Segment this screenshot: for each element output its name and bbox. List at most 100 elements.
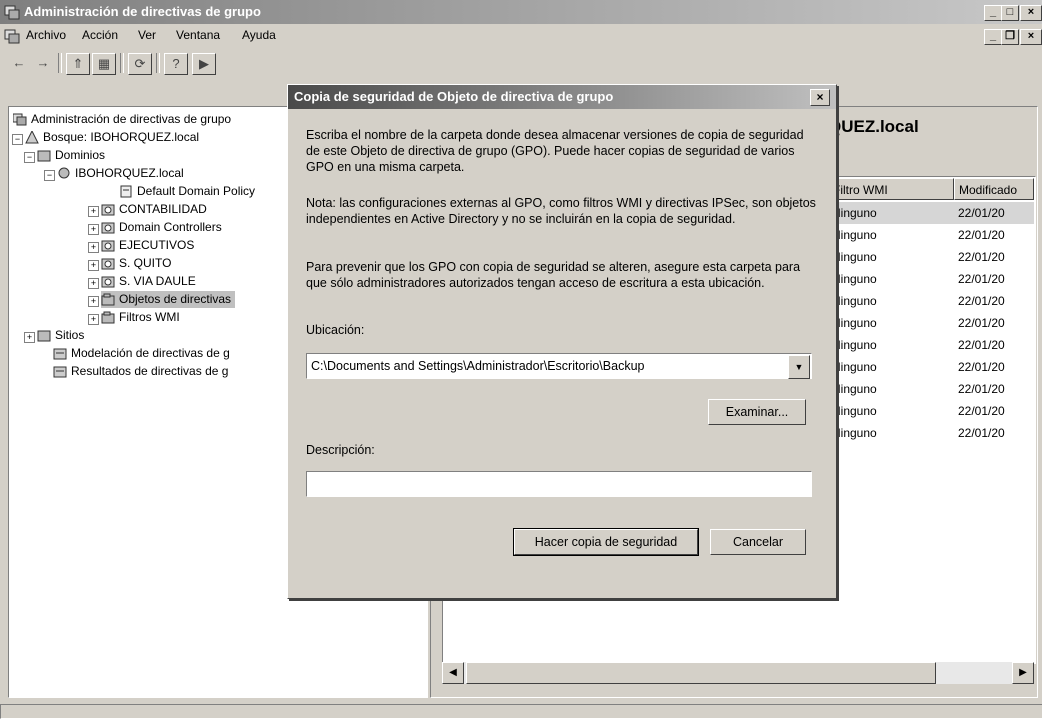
tree-modeling-label: Modelación de directivas de g [71, 346, 230, 360]
table-cell-modified[interactable]: 22/01/20 [958, 246, 1005, 268]
expand-ou-icon[interactable]: + [88, 206, 99, 217]
help-icon[interactable]: ? [164, 53, 188, 75]
back-arrow-icon[interactable]: ← [8, 53, 30, 73]
expand-ou-icon[interactable]: + [88, 260, 99, 271]
backup-gpo-dialog: Copia de seguridad de Objeto de directiv… [287, 84, 837, 599]
ou-icon [101, 239, 115, 252]
table-cell-wmi[interactable]: Ninguno [832, 400, 877, 422]
browse-button[interactable]: Examinar... [708, 399, 806, 425]
expand-gpo-objects-icon[interactable]: + [88, 296, 99, 307]
table-cell-wmi[interactable]: Ninguno [832, 224, 877, 246]
tree-ou-label: S. QUITO [119, 256, 172, 270]
tree-default-policy[interactable]: Default Domain Policy [119, 183, 255, 200]
child-restore-button[interactable]: ❐ [1001, 29, 1019, 45]
location-value: C:\Documents and Settings\Administrador\… [311, 359, 645, 373]
domain-icon [57, 167, 71, 180]
up-folder-icon[interactable]: ⇑ [66, 53, 90, 75]
window-titlebar: Administración de directivas de grupo _ … [0, 0, 1042, 24]
tree-gpo-objects[interactable]: Objetos de directivas [101, 291, 236, 308]
table-cell-wmi[interactable]: Ninguno [832, 246, 877, 268]
table-cell-wmi[interactable]: Ninguno [832, 290, 877, 312]
tree-ou-ejecutivos[interactable]: EJECUTIVOS [101, 237, 194, 254]
collapse-forest-icon[interactable]: − [12, 134, 23, 145]
forest-icon [25, 130, 39, 144]
collapse-domain-icon[interactable]: − [44, 170, 55, 181]
tree-modeling[interactable]: Modelación de directivas de g [53, 345, 230, 362]
table-cell-modified[interactable]: 22/01/20 [958, 224, 1005, 246]
menu-ventana[interactable]: Ventana [176, 28, 220, 42]
tree-root[interactable]: Administración de directivas de grupo [12, 111, 231, 128]
expand-ou-icon[interactable]: + [88, 224, 99, 235]
wmi-filter-icon [101, 311, 115, 324]
collapse-domains-icon[interactable]: − [24, 152, 35, 163]
scroll-left-icon[interactable]: ◀ [442, 662, 464, 684]
tree-forest[interactable]: Bosque: IBOHORQUEZ.local [25, 129, 199, 146]
show-tree-icon[interactable]: ▦ [92, 53, 116, 75]
menu-bar: Archivo Acción Ver Ventana Ayuda _ ❐ × [0, 24, 1042, 48]
close-button[interactable]: × [1020, 5, 1042, 21]
table-cell-modified[interactable]: 22/01/20 [958, 334, 1005, 356]
table-cell-wmi[interactable]: Ninguno [832, 268, 877, 290]
location-combobox[interactable]: C:\Documents and Settings\Administrador\… [306, 353, 812, 379]
column-header-modified[interactable]: Modificado [954, 178, 1034, 200]
table-cell-modified[interactable]: 22/01/20 [958, 268, 1005, 290]
tree-ou-contabilidad[interactable]: CONTABILIDAD [101, 201, 207, 218]
tree-domains[interactable]: Dominios [37, 147, 105, 164]
gpmc-icon [12, 113, 27, 126]
tree-ou-domain-controllers[interactable]: Domain Controllers [101, 219, 222, 236]
table-cell-wmi[interactable]: Ninguno [832, 356, 877, 378]
table-cell-modified[interactable]: 22/01/20 [958, 400, 1005, 422]
tree-domains-label: Dominios [55, 148, 106, 162]
menu-archivo[interactable]: Archivo [26, 28, 66, 42]
child-close-button[interactable]: × [1020, 29, 1042, 45]
cancel-button[interactable]: Cancelar [710, 529, 806, 555]
dialog-instructions: Escriba el nombre de la carpeta donde de… [306, 128, 804, 174]
table-cell-wmi[interactable]: Ninguno [832, 334, 877, 356]
maximize-button[interactable]: □ [1001, 5, 1019, 21]
menu-ayuda[interactable]: Ayuda [242, 28, 276, 42]
table-cell-wmi[interactable]: Ninguno [832, 378, 877, 400]
tree-wmi-filters[interactable]: Filtros WMI [101, 309, 180, 326]
table-cell-wmi[interactable]: Ninguno [832, 312, 877, 334]
table-cell-modified[interactable]: 22/01/20 [958, 202, 1005, 224]
table-cell-modified[interactable]: 22/01/20 [958, 356, 1005, 378]
table-cell-modified[interactable]: 22/01/20 [958, 312, 1005, 334]
menu-ver[interactable]: Ver [138, 28, 156, 42]
tree-forest-label: Bosque: IBOHORQUEZ.local [43, 130, 200, 144]
minimize-button[interactable]: _ [984, 5, 1002, 21]
tree-results[interactable]: Resultados de directivas de g [53, 363, 228, 380]
refresh-icon[interactable]: ⟳ [128, 53, 152, 75]
chevron-down-icon[interactable]: ▼ [788, 355, 810, 379]
description-label: Descripción: [306, 443, 375, 457]
backup-button[interactable]: Hacer copia de seguridad [513, 528, 699, 556]
table-cell-modified[interactable]: 22/01/20 [958, 378, 1005, 400]
scroll-right-icon[interactable]: ▶ [1012, 662, 1034, 684]
scroll-thumb[interactable] [466, 662, 936, 684]
tree-ou-s-quito[interactable]: S. QUITO [101, 255, 171, 272]
toolbar-separator [58, 53, 62, 73]
column-header-wmi-filter[interactable]: Filtro WMI [828, 178, 954, 200]
expand-wmi-filters-icon[interactable]: + [88, 314, 99, 325]
menu-accion[interactable]: Acción [82, 28, 118, 42]
toolbar: ← → ⇑ ▦ ⟳ ? ▶ [0, 48, 1042, 80]
table-cell-modified[interactable]: 22/01/20 [958, 422, 1005, 444]
table-cell-wmi[interactable]: Ninguno [832, 422, 877, 444]
child-minimize-button[interactable]: _ [984, 29, 1002, 45]
tree-ou-s-via-daule[interactable]: S. VIA DAULE [101, 273, 196, 290]
tree-sites[interactable]: Sitios [37, 327, 84, 344]
expand-ou-icon[interactable]: + [88, 242, 99, 253]
show-hide-icon[interactable]: ▶ [192, 53, 216, 75]
forward-arrow-icon[interactable]: → [32, 53, 54, 73]
expand-ou-icon[interactable]: + [88, 278, 99, 289]
tree-default-policy-label: Default Domain Policy [137, 184, 256, 198]
horizontal-scrollbar[interactable]: ◀ ▶ [442, 662, 1034, 684]
expand-sites-icon[interactable]: + [24, 332, 35, 343]
table-cell-modified[interactable]: 22/01/20 [958, 290, 1005, 312]
tree-domain[interactable]: IBOHORQUEZ.local [57, 165, 184, 182]
tree-wmi-filters-label: Filtros WMI [119, 310, 180, 324]
description-field[interactable] [306, 471, 812, 497]
tree-ou-label: CONTABILIDAD [119, 202, 207, 216]
gpo-link-icon [119, 185, 133, 198]
dialog-close-icon[interactable]: × [810, 89, 830, 106]
table-cell-wmi[interactable]: Ninguno [832, 202, 877, 224]
